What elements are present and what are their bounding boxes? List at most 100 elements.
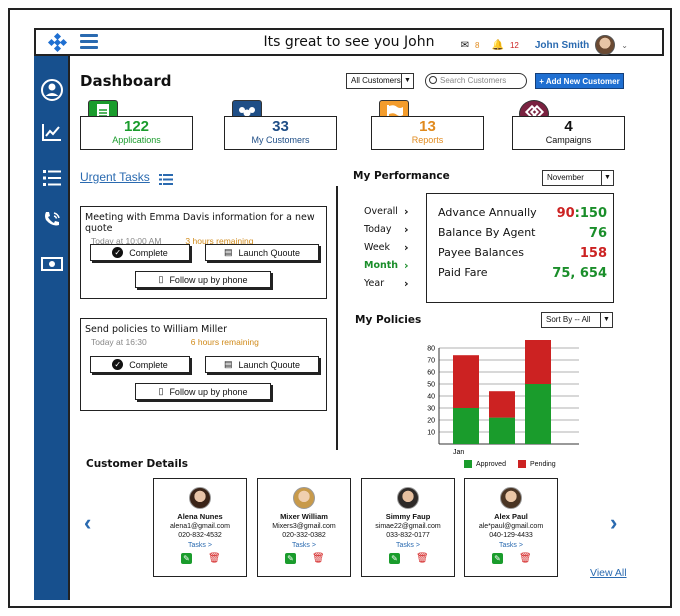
quote-doc-icon: ▤ (223, 247, 233, 257)
customer-tasks-link[interactable]: Tasks > (154, 542, 246, 549)
mobile-phone-icon: ▯ (158, 386, 164, 396)
follow-up-phone-button[interactable]: ▯ Follow up by phone (135, 383, 271, 400)
period-label: Month (364, 260, 399, 271)
check-icon: ✓ (112, 359, 124, 370)
money-icon[interactable] (40, 252, 64, 276)
chevron-right-icon: › (404, 223, 409, 236)
perf-value-b: :150 (574, 206, 607, 221)
y-tick-label: 50 (427, 382, 435, 389)
launch-quote-button[interactable]: ▤ Launch Quoute (205, 356, 319, 373)
next-arrow-icon[interactable]: › (610, 510, 617, 536)
customer-tasks-link[interactable]: Tasks > (362, 542, 454, 549)
sort-select[interactable]: Sort By -- All ▼ (541, 312, 613, 328)
task-time: Today at 16:30 (91, 337, 147, 347)
policies-bar-chart: 10 20 30 40 50 60 70 80 Jan (427, 340, 579, 456)
trash-icon[interactable]: 🗑 (208, 553, 221, 564)
bar-pending (525, 340, 551, 384)
stat-card-customers[interactable]: 33 My Customers (224, 116, 337, 150)
edit-icon[interactable]: ✎ (389, 553, 400, 564)
trash-icon[interactable]: 🗑 (416, 553, 429, 564)
column-divider (336, 186, 338, 450)
customer-card[interactable]: Mixer William Mixers3@gmail.com 020-332-… (257, 478, 351, 577)
user-avatar[interactable] (595, 35, 616, 55)
edit-icon[interactable]: ✎ (181, 553, 192, 564)
y-tick-label: 70 (427, 358, 435, 365)
view-all-link[interactable]: View All (590, 567, 627, 579)
follow-up-phone-button[interactable]: ▯ Follow up by phone (135, 271, 271, 288)
task-card: Meeting with Emma Davis information for … (80, 206, 327, 299)
bar-approved (525, 384, 551, 444)
period-overall[interactable]: Overall › (364, 205, 409, 218)
customer-card[interactable]: Alena Nunes alena1@gmail.com 020-832-453… (153, 478, 247, 577)
urgent-tasks-link[interactable]: Urgent Tasks (80, 170, 150, 184)
period-label: Week (364, 242, 391, 253)
stat-card-applications[interactable]: 122 Applications (80, 116, 193, 150)
period-month[interactable]: Month › (364, 259, 409, 272)
period-label: Overall (364, 206, 398, 217)
bell-icon[interactable]: 🔔 (491, 40, 503, 51)
customer-phone: 040-129-4433 (489, 532, 533, 539)
customer-actions: ✎ 🗑 (362, 553, 454, 564)
customer-actions: ✎ 🗑 (465, 553, 557, 564)
x-tick-label: Jan (453, 449, 464, 456)
follow-label: Follow up by phone (169, 386, 248, 397)
legend-swatch (518, 460, 526, 468)
stat-value: 122 (123, 118, 150, 135)
customer-tasks-link[interactable]: Tasks > (258, 542, 350, 549)
page-title: Dashboard (80, 72, 172, 90)
phone-call-icon[interactable] (40, 208, 64, 232)
customer-actions: ✎ 🗑 (258, 553, 350, 564)
task-list-icon[interactable] (159, 172, 173, 190)
launch-quote-button[interactable]: ▤ Launch Quoute (205, 244, 319, 261)
customer-phone: 020-832-4532 (178, 532, 222, 539)
performance-title: My Performance (353, 170, 450, 182)
customer-name: Alex Paul (494, 512, 528, 521)
perf-label: Payee Balances (438, 246, 525, 259)
customer-tasks-link[interactable]: Tasks > (465, 542, 557, 549)
trash-icon[interactable]: 🗑 (312, 553, 325, 564)
complete-button[interactable]: ✓ Complete (90, 244, 190, 261)
mail-icon[interactable]: ✉ (461, 40, 469, 51)
customer-card[interactable]: Alex Paul ale*paul@gmail.com 040-129-443… (464, 478, 558, 577)
month-select[interactable]: November ▼ (542, 170, 614, 186)
stat-label: Campaigns (545, 135, 592, 145)
legend-label: Pending (530, 460, 556, 468)
period-week[interactable]: Week › (364, 241, 409, 254)
perf-value-a: 90 (556, 206, 575, 221)
customer-email: ale*paul@gmail.com (478, 523, 544, 530)
trend-chart-icon[interactable] (40, 120, 64, 144)
top-bar: Its great to see you John ✉ 8 🔔 12 John … (34, 28, 664, 56)
user-name[interactable]: John Smith (535, 40, 589, 51)
y-tick-label: 20 (427, 418, 435, 425)
edit-icon[interactable]: ✎ (285, 553, 296, 564)
stat-card-reports[interactable]: 13 Reports (371, 116, 484, 150)
prev-arrow-icon[interactable]: ‹ (84, 510, 91, 536)
period-year[interactable]: Year › (364, 277, 409, 290)
customer-avatar (500, 487, 522, 509)
trash-icon[interactable]: 🗑 (519, 553, 532, 564)
add-customer-button[interactable]: + Add New Customer (535, 73, 624, 89)
complete-button[interactable]: ✓ Complete (90, 356, 190, 373)
edit-icon[interactable]: ✎ (492, 553, 503, 564)
perf-row: Advance Annually 90:150 (438, 206, 607, 221)
customer-phone: 033-832-0177 (386, 532, 430, 539)
customer-name: Mixer William (280, 512, 328, 521)
stat-card-campaigns[interactable]: 4 Campaigns (512, 116, 625, 150)
customer-filter-select[interactable]: All Customers ▼ (346, 73, 414, 89)
performance-box: Advance Annually 90:150 Balance By Agent… (426, 193, 614, 303)
y-tick-label: 60 (427, 370, 435, 377)
search-input[interactable]: Search Customers (425, 73, 527, 89)
check-icon: ✓ (112, 247, 124, 258)
list-icon[interactable] (40, 166, 64, 190)
caret-down-icon: ▼ (601, 171, 613, 185)
chevron-down-icon[interactable]: ⌄ (621, 41, 628, 50)
y-tick-label: 10 (427, 430, 435, 437)
policies-title: My Policies (355, 314, 422, 326)
period-today[interactable]: Today › (364, 223, 409, 236)
profile-icon[interactable] (40, 78, 64, 102)
stat-label: Applications (112, 135, 161, 145)
urgent-tasks-label: Urgent Tasks (80, 170, 150, 184)
stat-label: Reports (411, 135, 444, 145)
customer-card[interactable]: Simmy Faup simae22@gmail.com 033-832-017… (361, 478, 455, 577)
customer-avatar (397, 487, 419, 509)
